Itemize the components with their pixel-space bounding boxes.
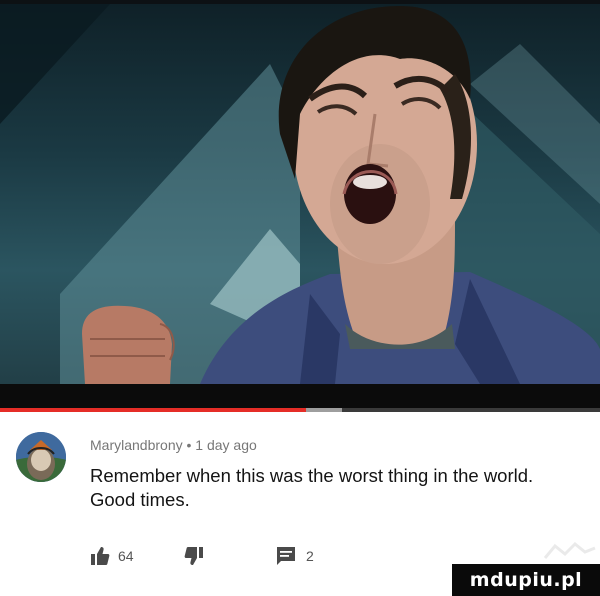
comment-meta: Marylandbrony • 1 day ago <box>90 437 257 453</box>
watermark-text: mdupiu.pl <box>469 569 583 591</box>
comment-time[interactable]: 1 day ago <box>195 437 257 453</box>
like-button[interactable]: 64 <box>90 546 134 566</box>
meta-separator: • <box>186 437 192 453</box>
video-still <box>0 4 600 384</box>
reply-button[interactable]: 2 <box>276 546 314 566</box>
video-black-bar <box>0 384 600 408</box>
watermark-logo: mdupiu.pl <box>452 564 600 596</box>
comment-text: Remember when this was the worst thing i… <box>90 465 534 510</box>
avatar-image <box>16 432 66 482</box>
thumbs-up-icon <box>91 547 110 565</box>
video-frame[interactable] <box>0 4 600 384</box>
comment-actions: 64 2 <box>90 546 410 574</box>
reply-count: 2 <box>306 548 314 564</box>
watermark-decoration <box>543 541 596 559</box>
like-count: 64 <box>118 548 134 564</box>
avatar[interactable] <box>16 432 66 482</box>
dislike-button[interactable] <box>184 546 204 566</box>
comment-author[interactable]: Marylandbrony <box>90 437 183 453</box>
thumbs-down-icon <box>184 547 203 565</box>
comment-icon <box>277 547 295 565</box>
